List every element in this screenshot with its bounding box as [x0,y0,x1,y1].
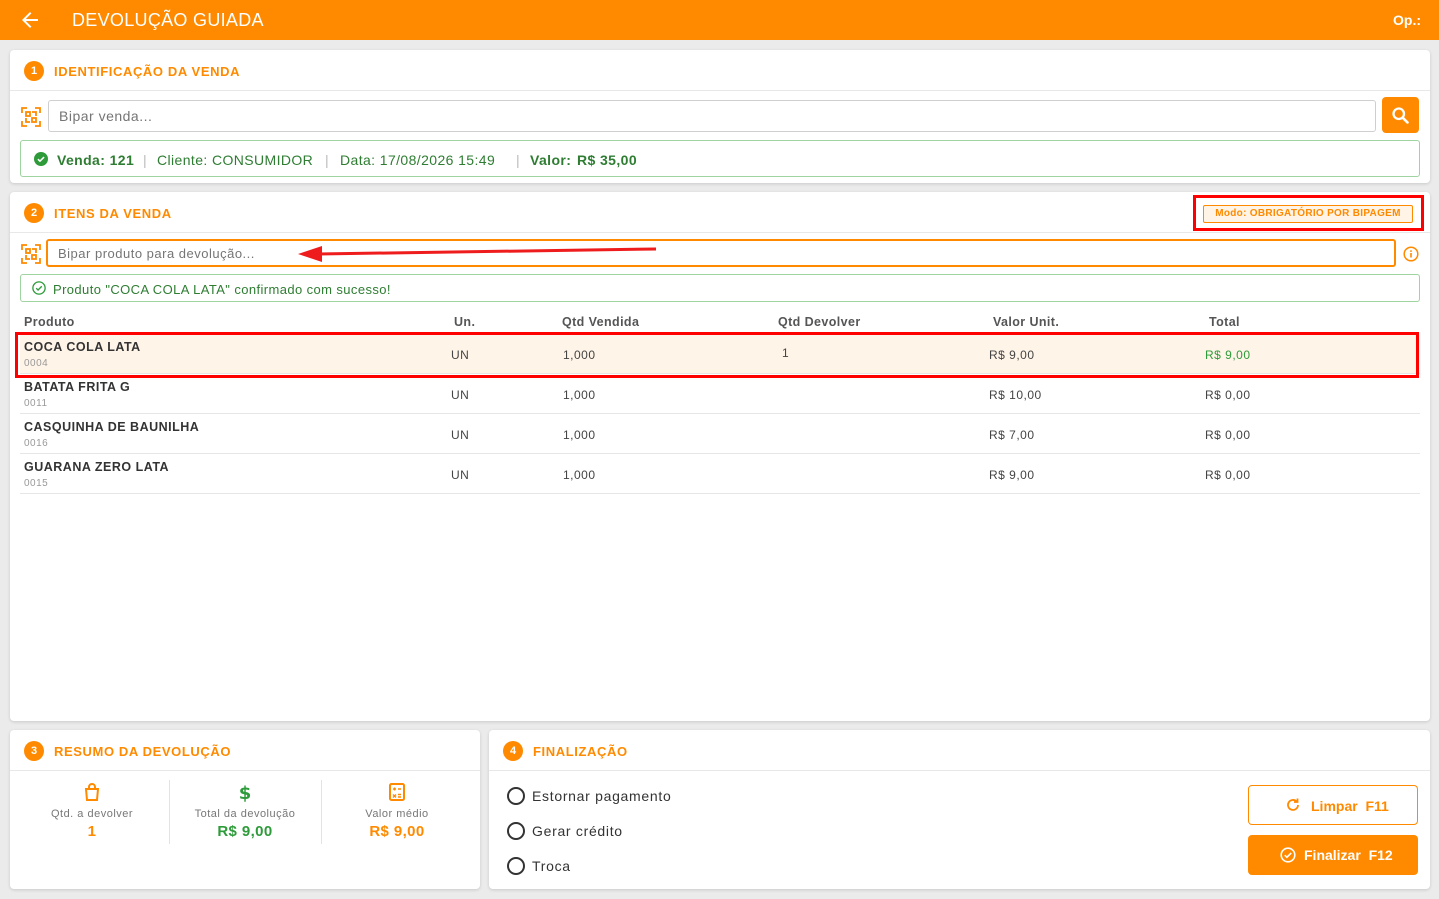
refresh-icon [1287,798,1299,811]
page-title: DEVOLUÇÃO GUIADA [72,10,264,30]
column-header-product: Produto [24,315,75,329]
sale-info-banner: Venda: 121 | Cliente: CONSUMIDOR | Data:… [20,140,1420,177]
summary-total-value: R$ 9,00 [217,823,273,840]
separator: | [325,152,330,168]
card-title: ITENS DA VENDA [54,206,172,221]
summary-qty: Qtd. a devolver 1 [16,780,168,844]
summary-average-value: R$ 9,00 [369,823,425,840]
step-number: 3 [24,741,44,761]
return-summary-card: 3 RESUMO DA DEVOLUÇÃO Qtd. a devolver 1 … [10,730,480,889]
row-total: R$ 0,00 [1205,388,1251,402]
separator: | [143,152,148,168]
column-header-qty-return: Qtd Devolver [778,315,861,329]
clear-button[interactable]: Limpar F11 [1248,785,1418,825]
product-code: 0016 [24,438,49,449]
qty-sold: 1,000 [563,388,596,402]
barcode-scan-icon [21,244,41,264]
svg-text:$: $ [239,783,252,802]
table-row[interactable]: CASQUINHA DE BAUNILHA 0016 UN 1,000 R$ 7… [20,414,1420,454]
sale-items-card: 2 ITENS DA VENDA Modo: OBRIGATÓRIO POR B… [10,192,1430,721]
annotation-arrow [298,246,657,262]
radio-refund-payment[interactable]: Estornar pagamento [507,786,807,806]
check-circle-icon [34,152,48,166]
sale-value: R$ 35,00 [577,152,638,168]
qty-sold: 1,000 [563,468,596,482]
radio-generate-credit[interactable]: Gerar crédito [507,821,807,841]
finish-button-label: Finalizar F12 [1304,847,1393,863]
card-header: 4 FINALIZAÇÃO [489,730,1430,771]
column-header-qty-sold: Qtd Vendida [562,315,640,329]
card-title: RESUMO DA DEVOLUÇÃO [54,744,232,759]
clear-button-label: Limpar F11 [1311,798,1389,814]
search-icon [1392,107,1409,124]
product-unit: UN [451,388,470,402]
column-header-total: Total [1209,315,1240,329]
shopping-bag-icon [84,783,100,801]
qty-sold: 1,000 [563,428,596,442]
product-scan-input[interactable] [46,239,1396,267]
check-circle-outline-icon [32,281,46,295]
product-name: CASQUINHA DE BAUNILHA [24,420,200,434]
product-unit: UN [451,428,470,442]
summary-average: Valor médio R$ 9,00 [321,780,473,844]
row-total: R$ 0,00 [1205,468,1251,482]
summary-qty-value: 1 [87,823,97,840]
product-name: GUARANA ZERO LATA [24,460,170,474]
app-header: DEVOLUÇÃO GUIADA Op.: [0,0,1439,40]
product-code: 0011 [24,398,48,409]
info-icon[interactable] [1403,246,1419,262]
separator: | [516,152,521,168]
table-row[interactable]: BATATA FRITA G 0011 UN 1,000 R$ 10,00 R$… [20,374,1420,414]
table-row[interactable]: GUARANA ZERO LATA 0015 UN 1,000 R$ 9,00 … [20,454,1420,494]
radio-circle[interactable] [507,787,525,805]
summary-total-label: Total da devolução [194,808,296,820]
sale-search-input[interactable] [48,100,1376,132]
finalization-card: 4 FINALIZAÇÃO Estornar pagamento Gerar c… [489,730,1430,889]
product-unit: UN [451,468,470,482]
sale-value-label: Valor: [530,152,572,168]
product-name: BATATA FRITA G [24,380,131,394]
sale-client: Cliente: CONSUMIDOR [157,152,314,168]
mode-highlight-box: Modo: OBRIGATÓRIO POR BIPAGEM [1193,195,1424,231]
mode-badge: Modo: OBRIGATÓRIO POR BIPAGEM [1203,205,1413,223]
card-title: FINALIZAÇÃO [533,744,628,759]
summary-total: $ Total da devolução R$ 9,00 [169,780,321,844]
success-message: Produto "COCA COLA LATA" confirmado com … [20,274,1420,302]
card-header: 2 ITENS DA VENDA Modo: OBRIGATÓRIO POR B… [10,192,1430,233]
summary-average-label: Valor médio [365,808,429,820]
radio-label: Gerar crédito [532,823,623,839]
summary-qty-label: Qtd. a devolver [50,808,134,820]
dollar-icon: $ [239,783,252,802]
unit-price: R$ 10,00 [989,388,1042,402]
step-number: 1 [24,61,44,81]
back-arrow-icon[interactable] [18,8,42,32]
row-highlight-box [15,332,1419,378]
step-number: 2 [24,203,44,223]
radio-circle[interactable] [507,822,525,840]
finish-button[interactable]: Finalizar F12 [1248,835,1418,875]
column-header-unit-price: Valor Unit. [993,315,1060,329]
column-header-unit: Un. [454,315,476,329]
sale-number: Venda: 121 [57,152,135,168]
sale-date: Data: 17/08/2026 15:49 [340,152,496,168]
product-code: 0015 [24,478,49,489]
card-header: 3 RESUMO DA DEVOLUÇÃO [10,730,480,771]
sale-identification-card: 1 IDENTIFICAÇÃO DA VENDA Venda: 121 | Cl… [10,50,1430,183]
step-number: 4 [503,741,523,761]
barcode-scan-icon [21,107,41,127]
radio-label: Troca [532,858,571,874]
card-header: 1 IDENTIFICAÇÃO DA VENDA [10,50,1430,91]
radio-label: Estornar pagamento [532,788,672,804]
radio-circle[interactable] [507,857,525,875]
radio-exchange[interactable]: Troca [507,856,807,876]
success-text: Produto "COCA COLA LATA" confirmado com … [53,282,391,297]
search-button[interactable] [1382,97,1419,133]
row-total: R$ 0,00 [1205,428,1251,442]
calculator-icon [389,783,405,801]
unit-price: R$ 9,00 [989,468,1035,482]
unit-price: R$ 7,00 [989,428,1035,442]
check-circle-icon [1280,847,1296,863]
operator-label: Op.: [1393,12,1421,28]
card-title: IDENTIFICAÇÃO DA VENDA [54,64,241,79]
